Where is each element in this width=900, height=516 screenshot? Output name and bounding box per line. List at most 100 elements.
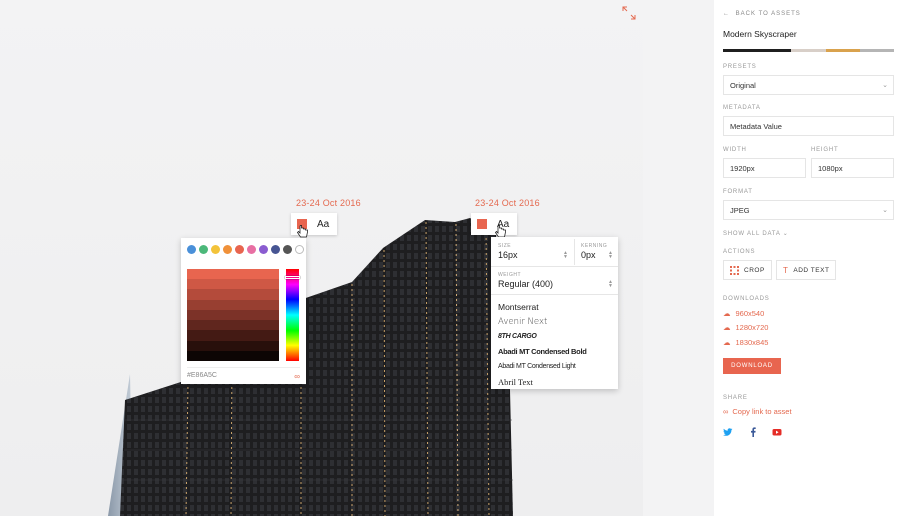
font-style-button[interactable]: Aa <box>317 219 329 230</box>
asset-sidebar: ← BACK TO ASSETS Modern Skyscraper PRESE… <box>714 0 900 516</box>
format-label: FORMAT <box>723 189 753 195</box>
shade-band[interactable] <box>187 289 279 300</box>
color-swatch[interactable] <box>223 245 232 254</box>
shade-band[interactable] <box>187 330 279 341</box>
font-option[interactable]: Avenir Next <box>498 314 613 329</box>
shade-band[interactable] <box>187 279 279 290</box>
height-input[interactable]: 1080px <box>811 158 894 178</box>
chevron-down-icon: ⌄ <box>782 231 789 237</box>
download-button[interactable]: DOWNLOAD <box>723 358 781 374</box>
color-swatch[interactable] <box>211 245 220 254</box>
color-swatch[interactable] <box>187 245 196 254</box>
divider <box>491 294 618 295</box>
height-label: HEIGHT <box>811 147 839 153</box>
hue-slider[interactable] <box>286 269 299 361</box>
download-option[interactable]: ☁ 1830x845 <box>723 338 768 347</box>
date-label: 23-24 Oct 2016 <box>475 198 540 208</box>
link-icon[interactable]: ∞ <box>294 372 300 381</box>
palette-segment <box>825 49 860 52</box>
shade-band[interactable] <box>187 269 279 280</box>
format-value: JPEG <box>730 205 750 215</box>
hand-cursor-icon <box>297 225 308 238</box>
width-value: 1920px <box>730 163 755 173</box>
swatch-row <box>187 245 304 254</box>
size-label: SIZE <box>498 243 512 249</box>
weight-select[interactable]: Regular (400) <box>498 279 553 289</box>
download-size-label: 960x540 <box>735 309 765 318</box>
font-option[interactable]: 8TH CARGO <box>498 329 613 344</box>
show-all-label: SHOW ALL DATA <box>723 231 781 237</box>
hex-input-row[interactable]: #E86A5C ∞ <box>187 367 300 381</box>
weight-stepper-icon[interactable]: ▲ ▼ <box>608 280 613 289</box>
date-label: 23-24 Oct 2016 <box>296 198 361 208</box>
color-swatch[interactable] <box>259 245 268 254</box>
shade-band[interactable] <box>187 340 279 351</box>
color-swatch[interactable] <box>271 245 280 254</box>
download-size-label: 1830x845 <box>735 338 769 347</box>
presets-label: PRESETS <box>723 64 757 70</box>
width-label: WIDTH <box>723 147 747 153</box>
color-swatch[interactable] <box>199 245 208 254</box>
font-option[interactable]: Abadi MT Condensed Bold <box>498 344 613 359</box>
download-size-label: 1280x720 <box>735 323 769 332</box>
color-swatch[interactable] <box>295 245 304 254</box>
presets-value: Original <box>730 80 756 90</box>
presets-select[interactable]: Original ⌄ <box>723 75 894 95</box>
copy-link-label: Copy link to asset <box>732 407 792 416</box>
font-list: Montserrat Avenir Next 8TH CARGO Abadi M… <box>498 299 613 389</box>
width-input[interactable]: 1920px <box>723 158 806 178</box>
shade-band[interactable] <box>187 309 279 321</box>
download-option[interactable]: ☁ 960x540 <box>723 309 764 318</box>
share-label: SHARE <box>723 395 748 401</box>
format-select[interactable]: JPEG ⌄ <box>723 200 894 220</box>
shade-band[interactable] <box>187 299 279 310</box>
metadata-value: Metadata Value <box>730 121 782 131</box>
back-to-assets-link[interactable]: ← BACK TO ASSETS <box>723 11 801 17</box>
size-input[interactable]: 16px <box>498 250 518 260</box>
hex-value[interactable]: #E86A5C <box>187 372 217 381</box>
palette-segment <box>723 49 758 52</box>
hue-slider-handle[interactable] <box>285 276 300 279</box>
font-option[interactable]: Montserrat <box>498 299 613 314</box>
add-text-label: ADD TEXT <box>793 266 830 274</box>
twitter-icon[interactable] <box>723 427 733 437</box>
color-swatch-button[interactable] <box>477 219 487 229</box>
crop-button[interactable]: CROP <box>723 260 772 280</box>
typography-popover: SIZE 16px ▲ ▼ KERNING 0px ▲ ▼ WEIGHT Regul… <box>491 237 618 389</box>
color-swatch[interactable] <box>235 245 244 254</box>
expand-icon[interactable] <box>622 6 636 20</box>
copy-link-button[interactable]: ∞ Copy link to asset <box>723 407 792 416</box>
font-option[interactable]: Abril Text <box>498 374 613 389</box>
height-value: 1080px <box>818 163 843 173</box>
font-option[interactable]: Abadi MT Condensed Light <box>498 359 613 374</box>
shade-selector[interactable] <box>187 269 279 361</box>
show-all-data-toggle[interactable]: SHOW ALL DATA ⌄ <box>723 230 789 237</box>
cloud-download-icon: ☁ <box>723 323 731 332</box>
downloads-label: DOWNLOADS <box>723 296 770 302</box>
canvas-gutter <box>643 0 714 516</box>
kerning-stepper-icon[interactable]: ▲ ▼ <box>608 251 613 260</box>
shade-band[interactable] <box>187 320 279 331</box>
palette-segment <box>757 49 792 52</box>
image-canvas[interactable]: 23-24 Oct 2016 23-24 Oct 2016 Aa Aa #E86… <box>0 0 643 516</box>
back-label: BACK TO ASSETS <box>735 11 801 17</box>
asset-title: Modern Skyscraper <box>723 29 797 39</box>
add-text-button[interactable]: T ADD TEXT <box>776 260 837 280</box>
shade-band[interactable] <box>187 350 279 361</box>
chevron-down-icon: ⌄ <box>882 207 888 214</box>
chevron-down-icon: ⌄ <box>882 82 888 89</box>
weight-label: WEIGHT <box>498 272 521 278</box>
link-icon: ∞ <box>723 407 729 416</box>
color-swatch[interactable] <box>247 245 256 254</box>
size-stepper-icon[interactable]: ▲ ▼ <box>563 251 568 260</box>
download-option[interactable]: ☁ 1280x720 <box>723 323 768 332</box>
youtube-icon[interactable] <box>772 427 782 437</box>
color-swatch[interactable] <box>283 245 292 254</box>
crop-icon <box>730 265 739 275</box>
facebook-icon[interactable] <box>748 427 758 437</box>
kerning-input[interactable]: 0px <box>581 250 596 260</box>
metadata-input[interactable]: Metadata Value <box>723 116 894 136</box>
arrow-left-icon: ← <box>723 11 730 17</box>
metadata-label: METADATA <box>723 105 761 111</box>
cloud-download-icon: ☁ <box>723 309 731 318</box>
